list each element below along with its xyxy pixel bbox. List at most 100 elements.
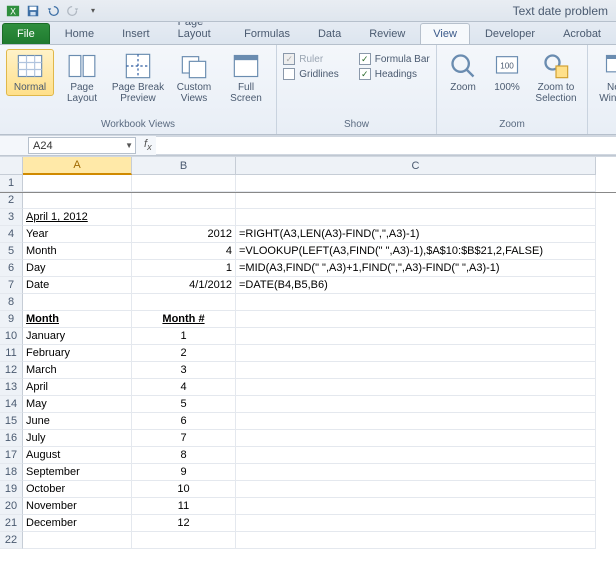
row-header[interactable]: 14 (0, 396, 23, 413)
cell-A11[interactable]: February (23, 345, 132, 362)
cell-A12[interactable]: March (23, 362, 132, 379)
formula-bar-checkbox[interactable]: ✓ (359, 53, 371, 65)
cell-B1[interactable] (132, 175, 236, 192)
page-break-button[interactable]: Page Break Preview (110, 49, 166, 107)
column-header-C[interactable]: C (236, 157, 596, 175)
custom-views-button[interactable]: Custom Views (170, 49, 218, 107)
row-header[interactable]: 9 (0, 311, 23, 328)
row-header[interactable]: 15 (0, 413, 23, 430)
cell-B6[interactable]: 1 (132, 260, 236, 277)
row-header[interactable]: 17 (0, 447, 23, 464)
ruler-checkbox[interactable]: ✓ (283, 53, 295, 65)
cell-B3[interactable] (132, 209, 236, 226)
row-header[interactable]: 8 (0, 294, 23, 311)
column-header-A[interactable]: A (23, 157, 132, 175)
cell-A21[interactable]: December (23, 515, 132, 532)
full-screen-button[interactable]: Full Screen (222, 49, 270, 107)
cell-B2[interactable] (132, 192, 236, 209)
cell-C2[interactable] (236, 192, 596, 209)
cell-B20[interactable]: 11 (132, 498, 236, 515)
row-header[interactable]: 21 (0, 515, 23, 532)
tab-view[interactable]: View (420, 23, 470, 44)
select-all-corner[interactable] (0, 157, 23, 175)
cell-A3[interactable]: April 1, 2012 (23, 209, 132, 226)
cell-A22[interactable] (23, 532, 132, 549)
cell-C20[interactable] (236, 498, 596, 515)
row-header[interactable]: 16 (0, 430, 23, 447)
cell-B18[interactable]: 9 (132, 464, 236, 481)
cell-C11[interactable] (236, 345, 596, 362)
cell-B7[interactable]: 4/1/2012 (132, 277, 236, 294)
row-header[interactable]: 20 (0, 498, 23, 515)
cell-B13[interactable]: 4 (132, 379, 236, 396)
cell-B16[interactable]: 7 (132, 430, 236, 447)
cell-A10[interactable]: January (23, 328, 132, 345)
row-header[interactable]: 10 (0, 328, 23, 345)
page-layout-button[interactable]: Page Layout (58, 49, 106, 107)
cell-C21[interactable] (236, 515, 596, 532)
cell-B5[interactable]: 4 (132, 243, 236, 260)
new-window-button[interactable]: New Window (594, 49, 616, 107)
cell-C10[interactable] (236, 328, 596, 345)
cell-B22[interactable] (132, 532, 236, 549)
cell-A13[interactable]: April (23, 379, 132, 396)
cell-C12[interactable] (236, 362, 596, 379)
cell-A5[interactable]: Month (23, 243, 132, 260)
cell-C3[interactable] (236, 209, 596, 226)
cell-A17[interactable]: August (23, 447, 132, 464)
cell-A6[interactable]: Day (23, 260, 132, 277)
tab-developer[interactable]: Developer (472, 23, 548, 44)
cell-B14[interactable]: 5 (132, 396, 236, 413)
cell-A9[interactable]: Month (23, 311, 132, 328)
zoom-selection-button[interactable]: Zoom to Selection (531, 49, 581, 107)
cell-B15[interactable]: 6 (132, 413, 236, 430)
save-icon[interactable] (24, 3, 42, 19)
tab-acrobat[interactable]: Acrobat (550, 23, 614, 44)
row-headers[interactable]: 12345678910111213141516171819202122 (0, 175, 23, 549)
undo-icon[interactable] (44, 3, 62, 19)
cell-C1[interactable] (236, 175, 596, 192)
row-header[interactable]: 19 (0, 481, 23, 498)
cell-C22[interactable] (236, 532, 596, 549)
row-header[interactable]: 18 (0, 464, 23, 481)
row-header[interactable]: 13 (0, 379, 23, 396)
cell-C8[interactable] (236, 294, 596, 311)
tab-file[interactable]: File (2, 23, 50, 44)
cell-A8[interactable] (23, 294, 132, 311)
row-header[interactable]: 3 (0, 209, 23, 226)
cell-B11[interactable]: 2 (132, 345, 236, 362)
column-header-B[interactable]: B (132, 157, 236, 175)
formula-input[interactable] (156, 136, 616, 155)
gridlines-checkbox[interactable] (283, 68, 295, 80)
cell-B17[interactable]: 8 (132, 447, 236, 464)
row-header[interactable]: 4 (0, 226, 23, 243)
worksheet[interactable]: ABC 12345678910111213141516171819202122 … (0, 156, 616, 581)
cell-C4[interactable]: =RIGHT(A3,LEN(A3)-FIND(",",A3)-1) (236, 226, 596, 243)
cell-B19[interactable]: 10 (132, 481, 236, 498)
row-header[interactable]: 22 (0, 532, 23, 549)
headings-checkbox[interactable]: ✓ (359, 68, 371, 80)
tab-review[interactable]: Review (356, 23, 418, 44)
row-header[interactable]: 7 (0, 277, 23, 294)
tab-insert[interactable]: Insert (109, 23, 163, 44)
cell-A20[interactable]: November (23, 498, 132, 515)
tab-formulas[interactable]: Formulas (231, 23, 303, 44)
cell-A1[interactable] (23, 175, 132, 192)
cell-B4[interactable]: 2012 (132, 226, 236, 243)
normal-view-button[interactable]: Normal (6, 49, 54, 96)
row-header[interactable]: 2 (0, 192, 23, 209)
row-header[interactable]: 5 (0, 243, 23, 260)
column-headers[interactable]: ABC (23, 157, 596, 175)
qat-dropdown-icon[interactable]: ▾ (84, 3, 102, 19)
cell-B21[interactable]: 12 (132, 515, 236, 532)
redo-icon[interactable] (64, 3, 82, 19)
name-box-dropdown-icon[interactable]: ▼ (125, 141, 133, 150)
tab-data[interactable]: Data (305, 23, 354, 44)
cell-C19[interactable] (236, 481, 596, 498)
cell-C14[interactable] (236, 396, 596, 413)
tab-home[interactable]: Home (52, 23, 107, 44)
cell-C15[interactable] (236, 413, 596, 430)
cell-C9[interactable] (236, 311, 596, 328)
app-icon[interactable]: X (4, 3, 22, 19)
cell-A2[interactable] (23, 192, 132, 209)
